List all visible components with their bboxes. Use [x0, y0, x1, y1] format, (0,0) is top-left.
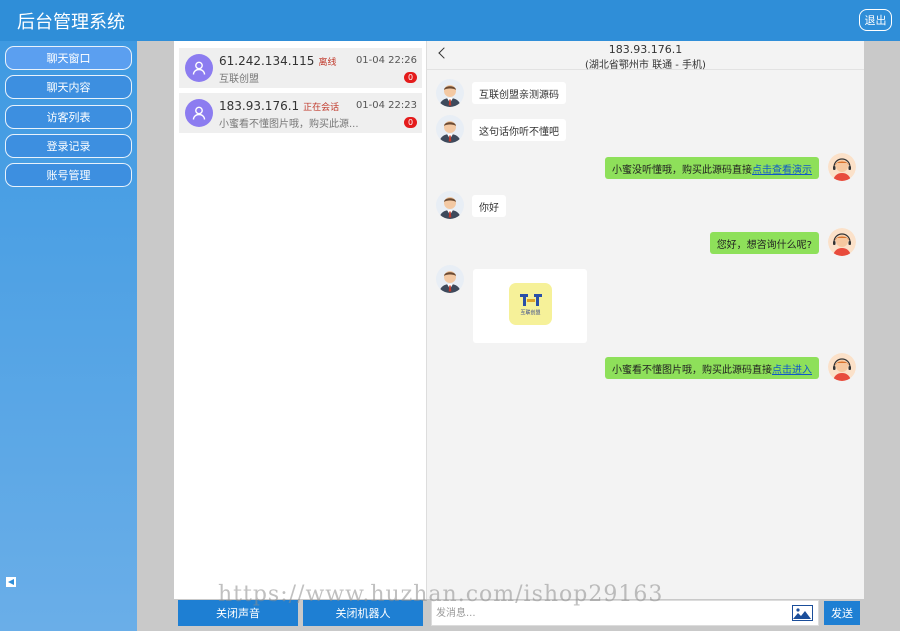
- visitor-avatar: [436, 265, 464, 293]
- sidebar: 聊天窗口 聊天内容 访客列表 登录记录 账号管理: [0, 41, 137, 631]
- demo-link[interactable]: 点击查看演示: [752, 161, 812, 176]
- unread-badge: 0: [404, 72, 417, 83]
- visitor-avatar: [436, 115, 464, 143]
- conversation-time: 01-04 22:26: [355, 55, 417, 66]
- message-bubble: 您好，想咨询什么呢?: [709, 232, 819, 254]
- conversation-list: 61.242.134.115 离线 01-04 22:26 互联创盟 0 183.…: [174, 41, 427, 599]
- sidebar-item-visitor-list[interactable]: 访客列表: [5, 105, 132, 129]
- conversation-item[interactable]: 183.93.176.1 正在会话 01-04 22:23 小蜜看不懂图片哦，购买…: [179, 93, 422, 133]
- logout-button[interactable]: 退出: [859, 9, 892, 31]
- image-icon[interactable]: [792, 605, 813, 621]
- conversation-ip: 183.93.176.1 正在会话: [219, 99, 340, 113]
- conversation-status: 离线: [318, 58, 337, 68]
- unread-badge: 0: [404, 117, 417, 128]
- message-bubble: 小蜜没听懂哦，购买此源码直接 点击查看演示: [605, 157, 819, 179]
- sidebar-item-account-management[interactable]: 账号管理: [5, 163, 132, 187]
- visitor-avatar: [436, 191, 464, 219]
- chevron-left-icon[interactable]: [437, 48, 449, 60]
- chat-visitor-location: (湖北省鄂州市 联通 - 手机): [585, 60, 706, 71]
- agent-avatar: [828, 353, 856, 381]
- collapse-sidebar-icon[interactable]: [6, 577, 16, 587]
- agent-avatar: [828, 228, 856, 256]
- brand-logo: 互联创盟: [509, 283, 552, 325]
- enter-link[interactable]: 点击进入: [772, 361, 812, 376]
- conversation-time: 01-04 22:23: [355, 100, 417, 111]
- chat-visitor-ip: 183.93.176.1: [608, 43, 683, 56]
- message-bubble: 这句话你听不懂吧: [472, 119, 566, 141]
- conversation-ip: 61.242.134.115 离线: [219, 54, 337, 68]
- image-message[interactable]: 互联创盟: [473, 269, 587, 343]
- conversation-item[interactable]: 61.242.134.115 离线 01-04 22:26 互联创盟 0: [179, 48, 422, 88]
- brand-logo-caption: 互联创盟: [520, 310, 541, 316]
- top-bar: 后台管理系统 退出: [0, 0, 900, 41]
- person-icon: [185, 54, 213, 82]
- sidebar-item-chat-window[interactable]: 聊天窗口: [5, 46, 132, 70]
- message-bubble: 你好: [472, 195, 506, 217]
- message-bubble: 互联创盟亲测源码: [472, 82, 566, 104]
- chat-panel: 183.93.176.1 (湖北省鄂州市 联通 - 手机) 互联创盟亲测源码 这…: [427, 41, 864, 599]
- sidebar-item-login-records[interactable]: 登录记录: [5, 134, 132, 158]
- send-button[interactable]: 发送: [824, 601, 860, 625]
- watermark-text: https://www.huzhan.com/ishop29163: [218, 582, 664, 607]
- conversation-preview: 小蜜看不懂图片哦，购买此源...: [219, 119, 359, 130]
- sidebar-item-chat-content[interactable]: 聊天内容: [5, 75, 132, 99]
- visitor-avatar: [436, 79, 464, 107]
- conversation-status: 正在会话: [303, 103, 340, 113]
- message-bubble: 小蜜看不懂图片哦，购买此源码直接 点击进入: [605, 357, 819, 379]
- agent-avatar: [828, 153, 856, 181]
- chat-header: 183.93.176.1 (湖北省鄂州市 联通 - 手机): [427, 41, 864, 71]
- conversation-preview: 互联创盟: [219, 74, 259, 85]
- message-input[interactable]: [436, 605, 776, 621]
- person-icon: [185, 99, 213, 127]
- app-title: 后台管理系统: [17, 12, 125, 33]
